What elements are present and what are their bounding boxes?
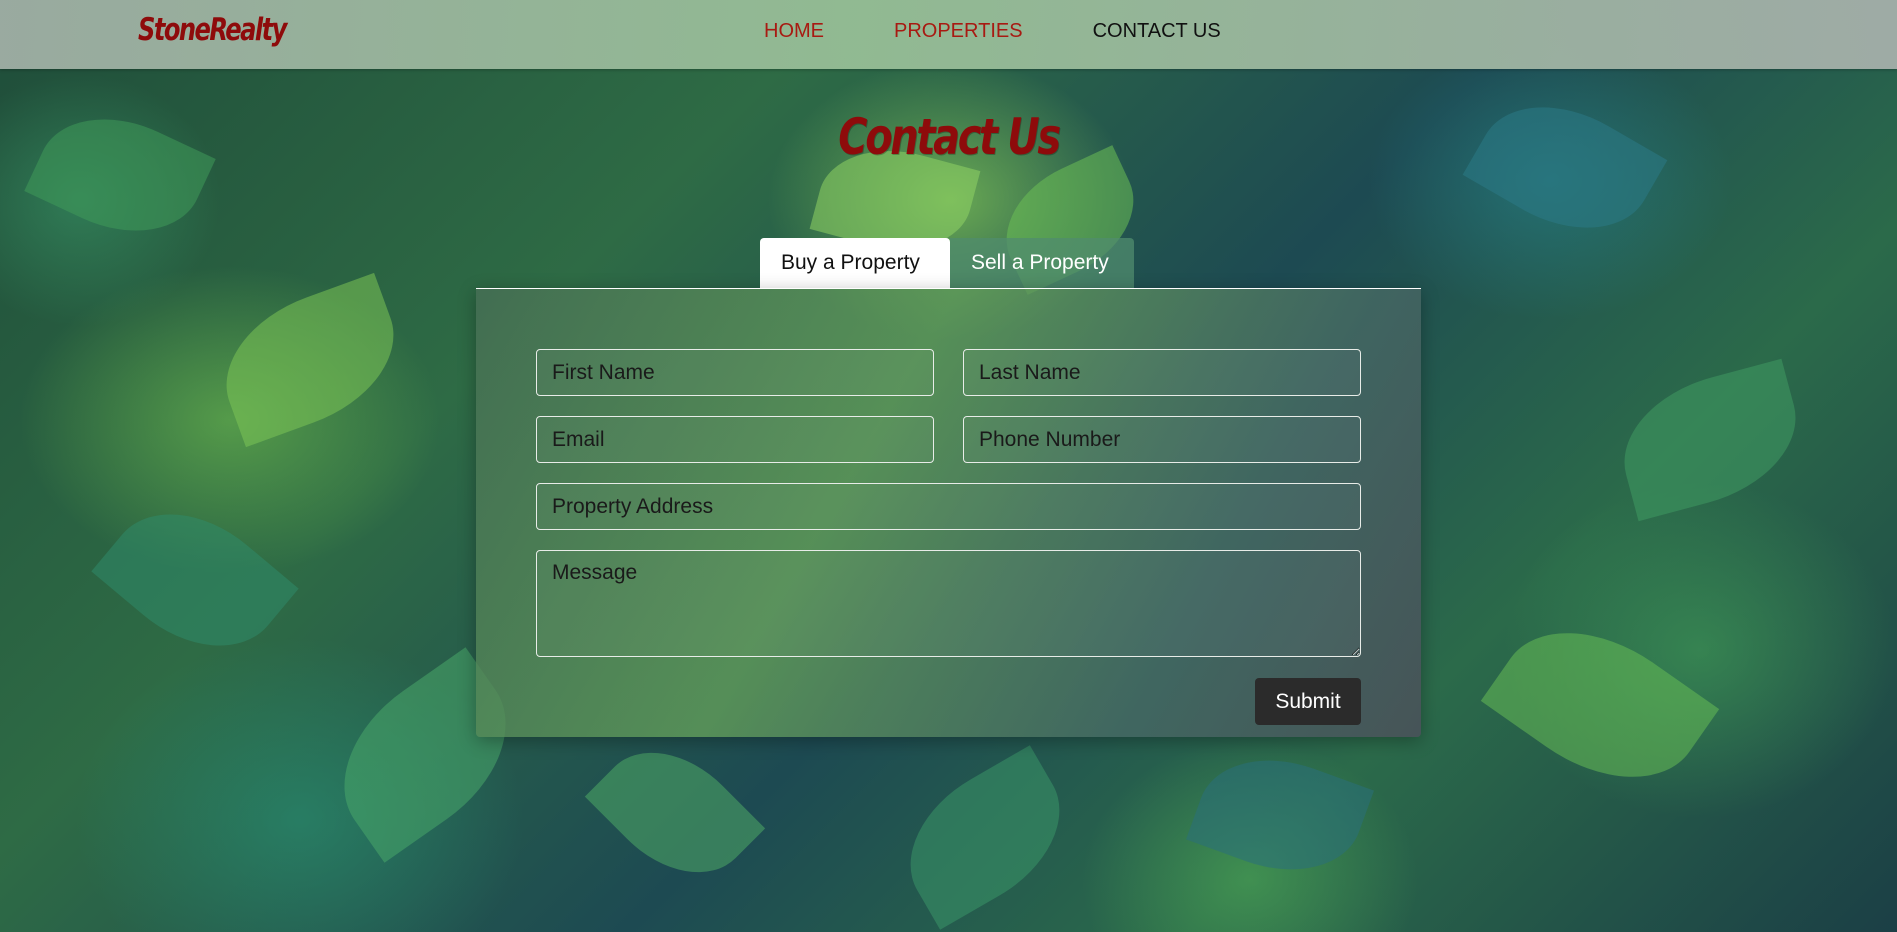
first-name-field[interactable] xyxy=(536,349,934,396)
email-field[interactable] xyxy=(536,416,934,463)
phone-number-field[interactable] xyxy=(963,416,1361,463)
submit-button[interactable]: Submit xyxy=(1255,678,1361,725)
brand-logo[interactable]: StoneRealty xyxy=(138,12,287,48)
top-navbar: StoneRealty HOME PROPERTIES CONTACT US xyxy=(0,0,1897,69)
contact-form-panel: Submit xyxy=(476,288,1421,737)
message-field[interactable] xyxy=(536,550,1361,657)
nav-item-contact-us[interactable]: CONTACT US xyxy=(1093,20,1221,43)
last-name-field[interactable] xyxy=(963,349,1361,396)
main-nav: HOME PROPERTIES CONTACT US xyxy=(764,20,1221,43)
nav-item-home[interactable]: HOME xyxy=(764,20,824,43)
contact-tabs: Buy a Property Sell a Property xyxy=(760,238,1134,288)
tab-buy-property[interactable]: Buy a Property xyxy=(760,238,950,288)
tab-sell-property[interactable]: Sell a Property xyxy=(950,238,1134,288)
nav-item-properties[interactable]: PROPERTIES xyxy=(894,20,1023,43)
page-title: Contact Us xyxy=(838,108,1061,166)
property-address-field[interactable] xyxy=(536,483,1361,530)
